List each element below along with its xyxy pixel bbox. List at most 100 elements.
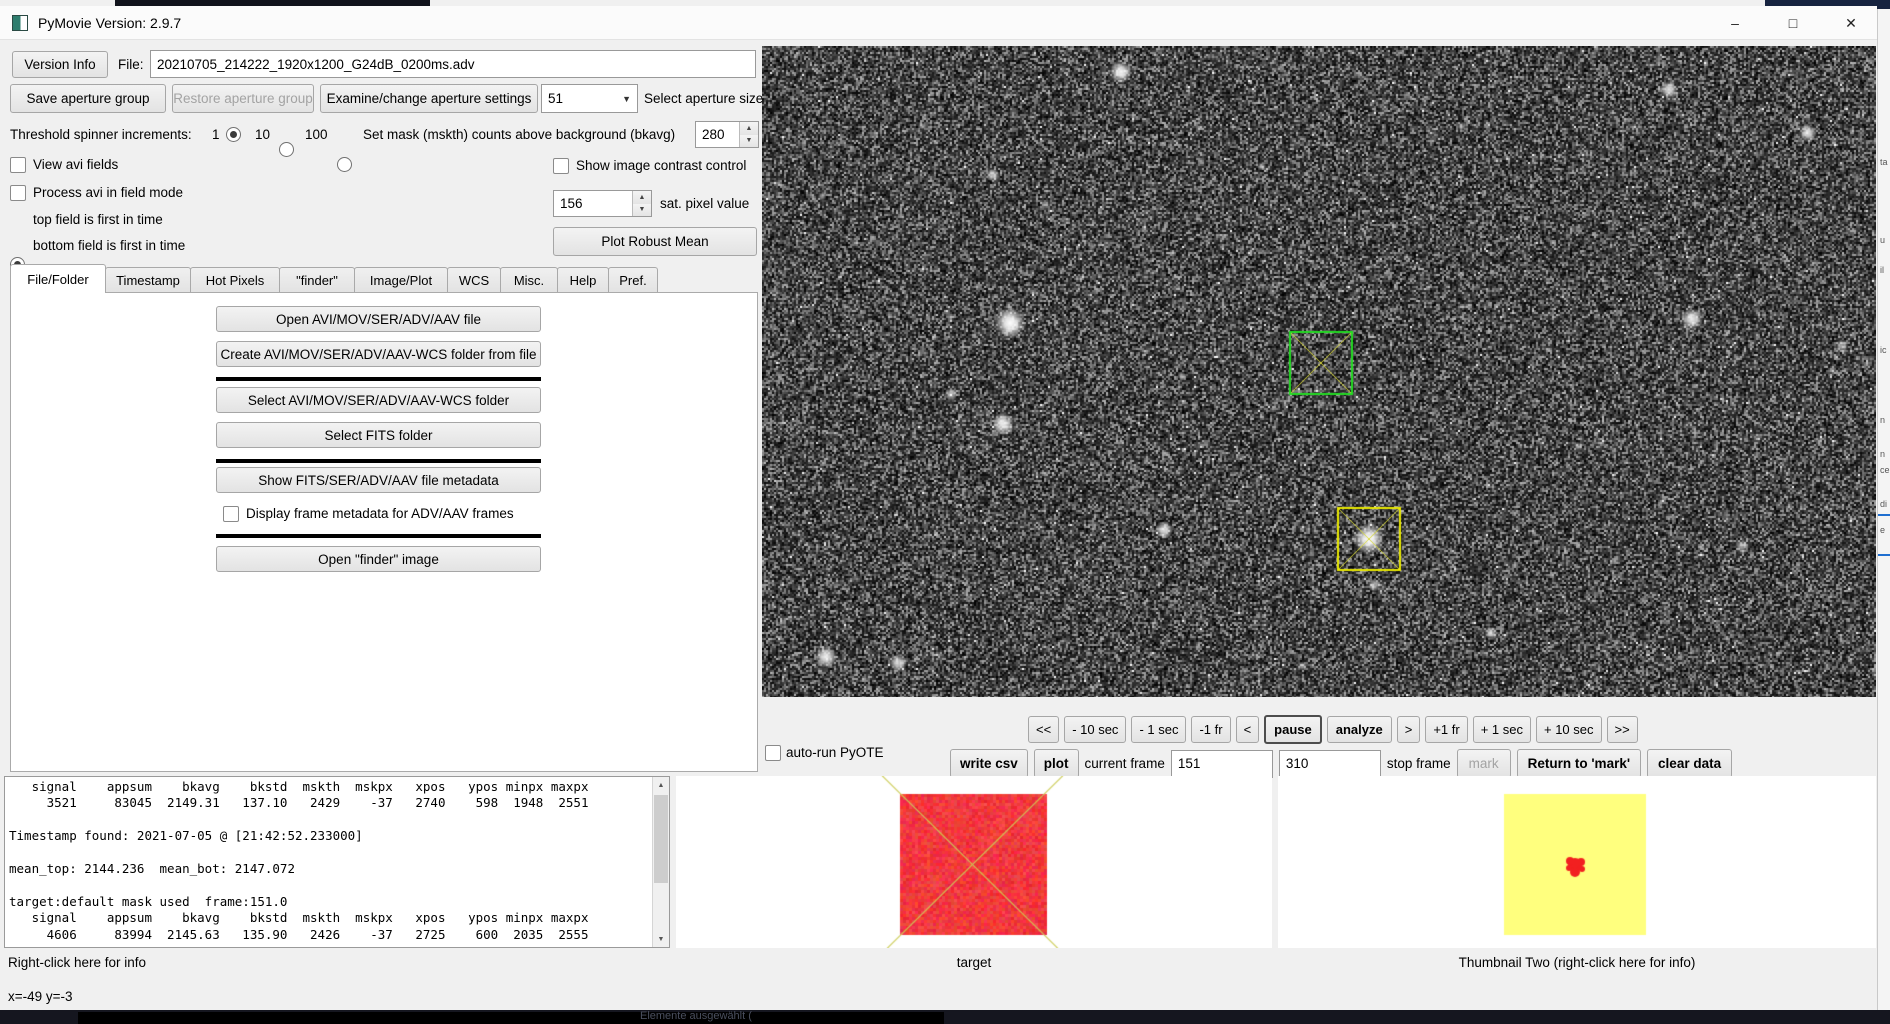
aperture-size-select[interactable]: 51 ▼ (541, 84, 638, 113)
threshold-1-radio[interactable] (226, 127, 241, 142)
spinner-up-icon[interactable]: ▲ (633, 191, 651, 204)
threshold-10-radio[interactable] (279, 142, 294, 157)
mask-spinner[interactable]: 280 ▲▼ (695, 121, 759, 148)
auto-run-pyote-checkbox[interactable] (765, 745, 781, 761)
step-forward-button[interactable]: > (1397, 716, 1421, 743)
pause-button[interactable]: pause (1264, 715, 1322, 744)
restore-aperture-group-button[interactable]: Restore aperture group (172, 84, 314, 113)
show-image-contrast-label: Show image contrast control (576, 152, 746, 179)
threshold-100-radio[interactable] (337, 157, 352, 172)
close-button[interactable]: ✕ (1828, 8, 1874, 38)
thumbnail-two-image[interactable] (1278, 776, 1876, 948)
edge-text-fragment: ic (1880, 345, 1887, 355)
forward-1-frame-button[interactable]: +1 fr (1425, 716, 1467, 743)
sat-pixel-spinner[interactable]: 156 ▲▼ (553, 190, 652, 217)
frame-controls: write csv plot current frame 151 310 sto… (950, 750, 1732, 777)
stop-frame-input[interactable]: 310 (1279, 750, 1381, 778)
edge-accent-line (1878, 554, 1890, 556)
tab-timestamp[interactable]: Timestamp (105, 267, 191, 293)
thumbnail-two-label[interactable]: Thumbnail Two (right-click here for info… (1278, 955, 1876, 970)
forward-10-sec-button[interactable]: + 10 sec (1536, 716, 1602, 743)
show-file-metadata-button[interactable]: Show FITS/SER/ADV/AAV file metadata (216, 467, 541, 493)
spinner-up-icon[interactable]: ▲ (740, 122, 758, 135)
tab-file-folder[interactable]: File/Folder (10, 264, 106, 293)
target-thumbnail-image[interactable] (676, 776, 1272, 948)
scroll-down-icon[interactable]: ▼ (653, 931, 669, 947)
tab-wcs[interactable]: WCS (447, 267, 501, 293)
process-avi-field-mode-checkbox[interactable] (10, 185, 26, 201)
minimize-button[interactable]: – (1712, 8, 1758, 38)
threshold-label: Threshold spinner increments: (10, 121, 192, 148)
return-to-mark-button[interactable]: Return to 'mark' (1517, 749, 1641, 778)
version-info-button[interactable]: Version Info (12, 51, 108, 78)
back-1-sec-button[interactable]: - 1 sec (1131, 716, 1186, 743)
thumbnail-two-panel[interactable] (1278, 776, 1876, 948)
plot-button[interactable]: plot (1034, 749, 1079, 778)
back-1-frame-button[interactable]: -1 fr (1191, 716, 1230, 743)
edge-text-fragment: il (1880, 265, 1884, 275)
sat-pixel-label: sat. pixel value (660, 190, 749, 217)
log-scrollbar[interactable]: ▲ ▼ (652, 777, 669, 947)
open-finder-image-button[interactable]: Open "finder" image (216, 546, 541, 572)
threshold-1-label: 1 (212, 121, 220, 148)
tab-image-plot[interactable]: Image/Plot (354, 267, 448, 293)
sat-pixel-value: 156 (554, 191, 632, 216)
aperture-size-label: Select aperture size (644, 84, 763, 113)
playback-controls: << - 10 sec - 1 sec -1 fr < pause analyz… (1028, 717, 1638, 742)
step-back-button[interactable]: < (1236, 716, 1260, 743)
target-thumbnail-label: target (676, 955, 1272, 970)
plot-robust-mean-button[interactable]: Plot Robust Mean (553, 227, 757, 256)
edge-text-fragment: di (1880, 499, 1887, 509)
create-wcs-folder-button[interactable]: Create AVI/MOV/SER/ADV/AAV-WCS folder fr… (216, 341, 541, 367)
image-display[interactable] (762, 46, 1876, 697)
tab-misc[interactable]: Misc. (500, 267, 558, 293)
chevron-down-icon: ▼ (622, 94, 631, 104)
show-image-contrast-checkbox[interactable] (553, 158, 569, 174)
open-avi-file-button[interactable]: Open AVI/MOV/SER/ADV/AAV file (216, 306, 541, 332)
edge-text-fragment: ta (1880, 157, 1888, 167)
aperture-size-value: 51 (548, 91, 563, 106)
maximize-button[interactable]: □ (1770, 8, 1816, 38)
clear-data-button[interactable]: clear data (1647, 749, 1732, 778)
tab-pref[interactable]: Pref. (608, 267, 658, 293)
save-aperture-group-button[interactable]: Save aperture group (10, 84, 166, 113)
view-avi-fields-label: View avi fields (33, 151, 118, 178)
spinner-down-icon[interactable]: ▼ (633, 204, 651, 217)
tab-finder[interactable]: "finder" (279, 267, 355, 293)
forward-1-sec-button[interactable]: + 1 sec (1473, 716, 1531, 743)
scroll-up-icon[interactable]: ▲ (653, 777, 669, 793)
taskbar-fragment: Elemente ausgewählt ( (0, 1010, 1890, 1024)
jump-end-button[interactable]: >> (1607, 716, 1638, 743)
status-info[interactable]: Right-click here for info (8, 952, 146, 972)
file-folder-panel: Open AVI/MOV/SER/ADV/AAV file Create AVI… (10, 292, 758, 772)
select-fits-folder-button[interactable]: Select FITS folder (216, 422, 541, 448)
mask-label: Set mask (mskth) counts above background… (363, 121, 675, 148)
display-frame-metadata-checkbox[interactable] (223, 506, 239, 522)
window-title: PyMovie Version: 2.9.7 (38, 6, 181, 40)
analyze-button[interactable]: analyze (1327, 716, 1392, 743)
tab-bar: File/Folder Timestamp Hot Pixels "finder… (10, 264, 657, 293)
mark-button[interactable]: mark (1457, 749, 1511, 778)
scrollbar-thumb[interactable] (654, 795, 668, 883)
threshold-10-label: 10 (255, 121, 270, 148)
app-icon (12, 15, 28, 31)
file-input[interactable]: 20210705_214222_1920x1200_G24dB_0200ms.a… (150, 50, 756, 78)
starfield-image[interactable] (762, 46, 1876, 697)
write-csv-button[interactable]: write csv (950, 749, 1028, 778)
log-text: signal appsum bkavg bkstd mskth mskpx xp… (5, 777, 669, 945)
view-avi-fields-checkbox[interactable] (10, 157, 26, 173)
select-wcs-folder-button[interactable]: Select AVI/MOV/SER/ADV/AAV-WCS folder (216, 387, 541, 413)
log-panel: signal appsum bkavg bkstd mskth mskpx xp… (4, 776, 670, 948)
back-10-sec-button[interactable]: - 10 sec (1064, 716, 1126, 743)
examine-aperture-settings-button[interactable]: Examine/change aperture settings (320, 84, 538, 113)
top-field-first-label: top field is first in time (33, 206, 163, 233)
jump-start-button[interactable]: << (1028, 716, 1059, 743)
divider (216, 459, 541, 463)
spinner-down-icon[interactable]: ▼ (740, 135, 758, 148)
current-frame-input[interactable]: 151 (1171, 750, 1273, 778)
divider (216, 377, 541, 381)
tab-help[interactable]: Help (557, 267, 609, 293)
bottom-field-first-label: bottom field is first in time (33, 232, 185, 259)
tab-hot-pixels[interactable]: Hot Pixels (190, 267, 280, 293)
target-thumbnail-panel[interactable] (676, 776, 1272, 948)
